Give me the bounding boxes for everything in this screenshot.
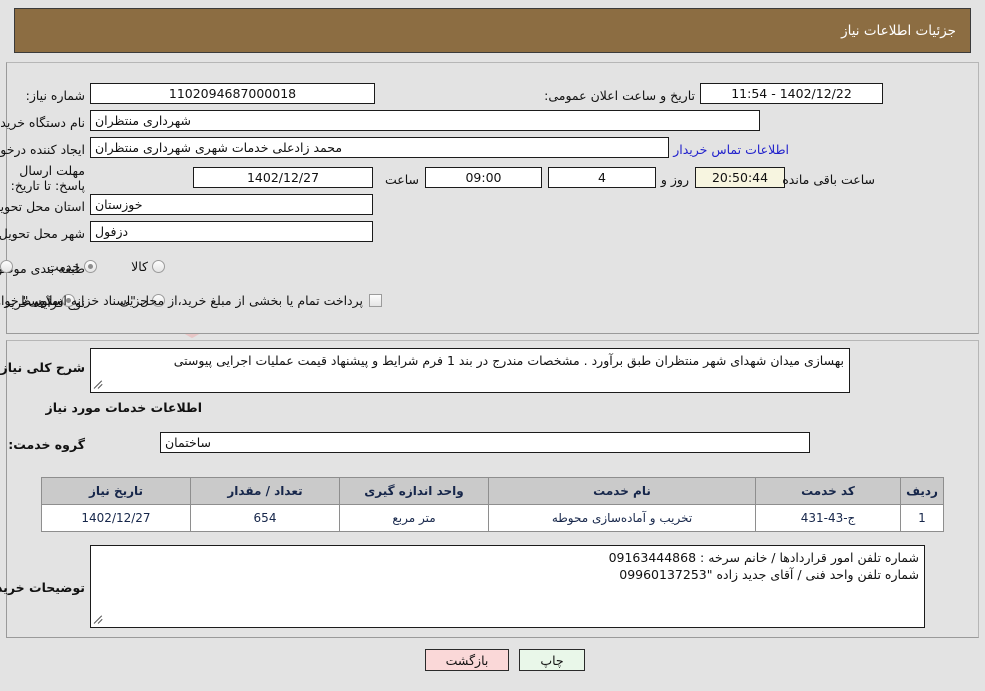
summary-textarea[interactable]: بهسازی میدان شهدای شهر منتظران طبق برآور…: [90, 348, 850, 393]
subject-category-radio-group[interactable]: کالا خدمت کالا/خدمت: [0, 259, 165, 274]
col-qty: تعداد / مقدار: [190, 477, 340, 505]
cell-date: 1402/12/27: [41, 504, 191, 532]
resize-grip-icon[interactable]: [93, 614, 105, 626]
delivery-province-value: خوزستان: [90, 194, 373, 215]
category-label-1: خدمت: [46, 259, 81, 274]
col-row: ردیف: [900, 477, 944, 505]
deadline-time-value: 09:00: [425, 167, 542, 188]
hour-label: ساعت: [384, 172, 419, 187]
treasury-bond-label: پرداخت تمام یا بخشی از مبلغ خرید،از محل …: [0, 293, 363, 308]
remaining-hours-label: ساعت باقی مانده: [782, 172, 875, 187]
buyer-org-label: نام دستگاه خریدار:: [0, 115, 85, 130]
countdown-timer: 20:50:44: [695, 167, 785, 188]
deadline-date-value: 1402/12/27: [193, 167, 373, 188]
cell-code: ج-43-431: [755, 504, 901, 532]
back-button[interactable]: بازگشت: [425, 649, 509, 671]
cell-row: 1: [900, 504, 944, 532]
announce-datetime-value: 1402/12/22 - 11:54: [700, 83, 883, 104]
cell-qty: 654: [190, 504, 340, 532]
cell-unit: متر مربع: [339, 504, 489, 532]
col-date: تاریخ نیاز: [41, 477, 191, 505]
page-root: AriaTender.ne جزئیات اطلاعات نیاز شماره …: [0, 0, 985, 691]
delivery-province-label: استان محل تحویل:: [0, 199, 85, 214]
category-option-0[interactable]: کالا: [131, 259, 165, 274]
request-creator-value: محمد زادعلی خدمات شهری شهرداری منتظران: [90, 137, 669, 158]
need-number-label: شماره نیاز:: [25, 88, 85, 103]
delivery-city-value: دزفول: [90, 221, 373, 242]
col-unit: واحد اندازه گیری: [339, 477, 489, 505]
print-button[interactable]: چاپ: [519, 649, 585, 671]
table-row: 1 ج-43-431 تخریب و آماده‌سازی محوطه متر …: [41, 504, 944, 532]
category-option-2[interactable]: کالا/خدمت: [0, 259, 13, 274]
response-deadline-label: مهلت ارسال پاسخ: تا تاریخ:: [10, 163, 85, 193]
category-label-0: کالا: [131, 259, 148, 274]
category-radio-2[interactable]: [0, 260, 13, 273]
buyer-notes-text: شماره تلفن امور قراردادها / خانم سرخه : …: [608, 550, 919, 582]
summary-label: شرح کلی نیاز:: [0, 360, 85, 375]
category-radio-1[interactable]: [84, 260, 98, 273]
delivery-city-label: شهر محل تحویل:: [0, 226, 85, 241]
request-creator-label: ایجاد کننده درخواست:: [0, 142, 85, 157]
buyer-org-value: شهرداری منتظران: [90, 110, 760, 131]
buyer-contact-link[interactable]: اطلاعات تماس خریدار: [673, 142, 789, 157]
category-radio-0[interactable]: [152, 260, 165, 273]
days-label: روز و: [660, 172, 689, 187]
services-table: ردیف کد خدمت نام خدمت واحد اندازه گیری ت…: [41, 477, 944, 532]
announce-datetime-label: تاریخ و ساعت اعلان عمومی:: [544, 88, 695, 103]
services-section-heading: اطلاعات خدمات مورد نیاز: [45, 400, 203, 415]
window-title-bar: جزئیات اطلاعات نیاز: [14, 8, 971, 53]
buyer-notes-label: توضیحات خریدار:: [0, 580, 85, 595]
days-remaining-value: 4: [548, 167, 656, 188]
col-code: کد خدمت: [755, 477, 901, 505]
col-name: نام خدمت: [488, 477, 756, 505]
service-group-label: گروه خدمت:: [8, 437, 85, 452]
treasury-bond-checkbox-row[interactable]: پرداخت تمام یا بخشی از مبلغ خرید،از محل …: [0, 293, 382, 308]
buyer-notes-textarea[interactable]: شماره تلفن امور قراردادها / خانم سرخه : …: [90, 545, 925, 628]
table-header-row: ردیف کد خدمت نام خدمت واحد اندازه گیری ت…: [41, 477, 944, 505]
page-title: جزئیات اطلاعات نیاز: [841, 22, 956, 39]
cell-name: تخریب و آماده‌سازی محوطه: [488, 504, 756, 532]
service-group-value: ساختمان: [160, 432, 810, 453]
treasury-bond-checkbox[interactable]: [369, 294, 382, 307]
summary-text: بهسازی میدان شهدای شهر منتظران طبق برآور…: [173, 353, 844, 368]
need-number-value: 1102094687000018: [90, 83, 375, 104]
resize-grip-icon[interactable]: [93, 379, 105, 391]
category-option-1[interactable]: خدمت: [46, 259, 98, 274]
